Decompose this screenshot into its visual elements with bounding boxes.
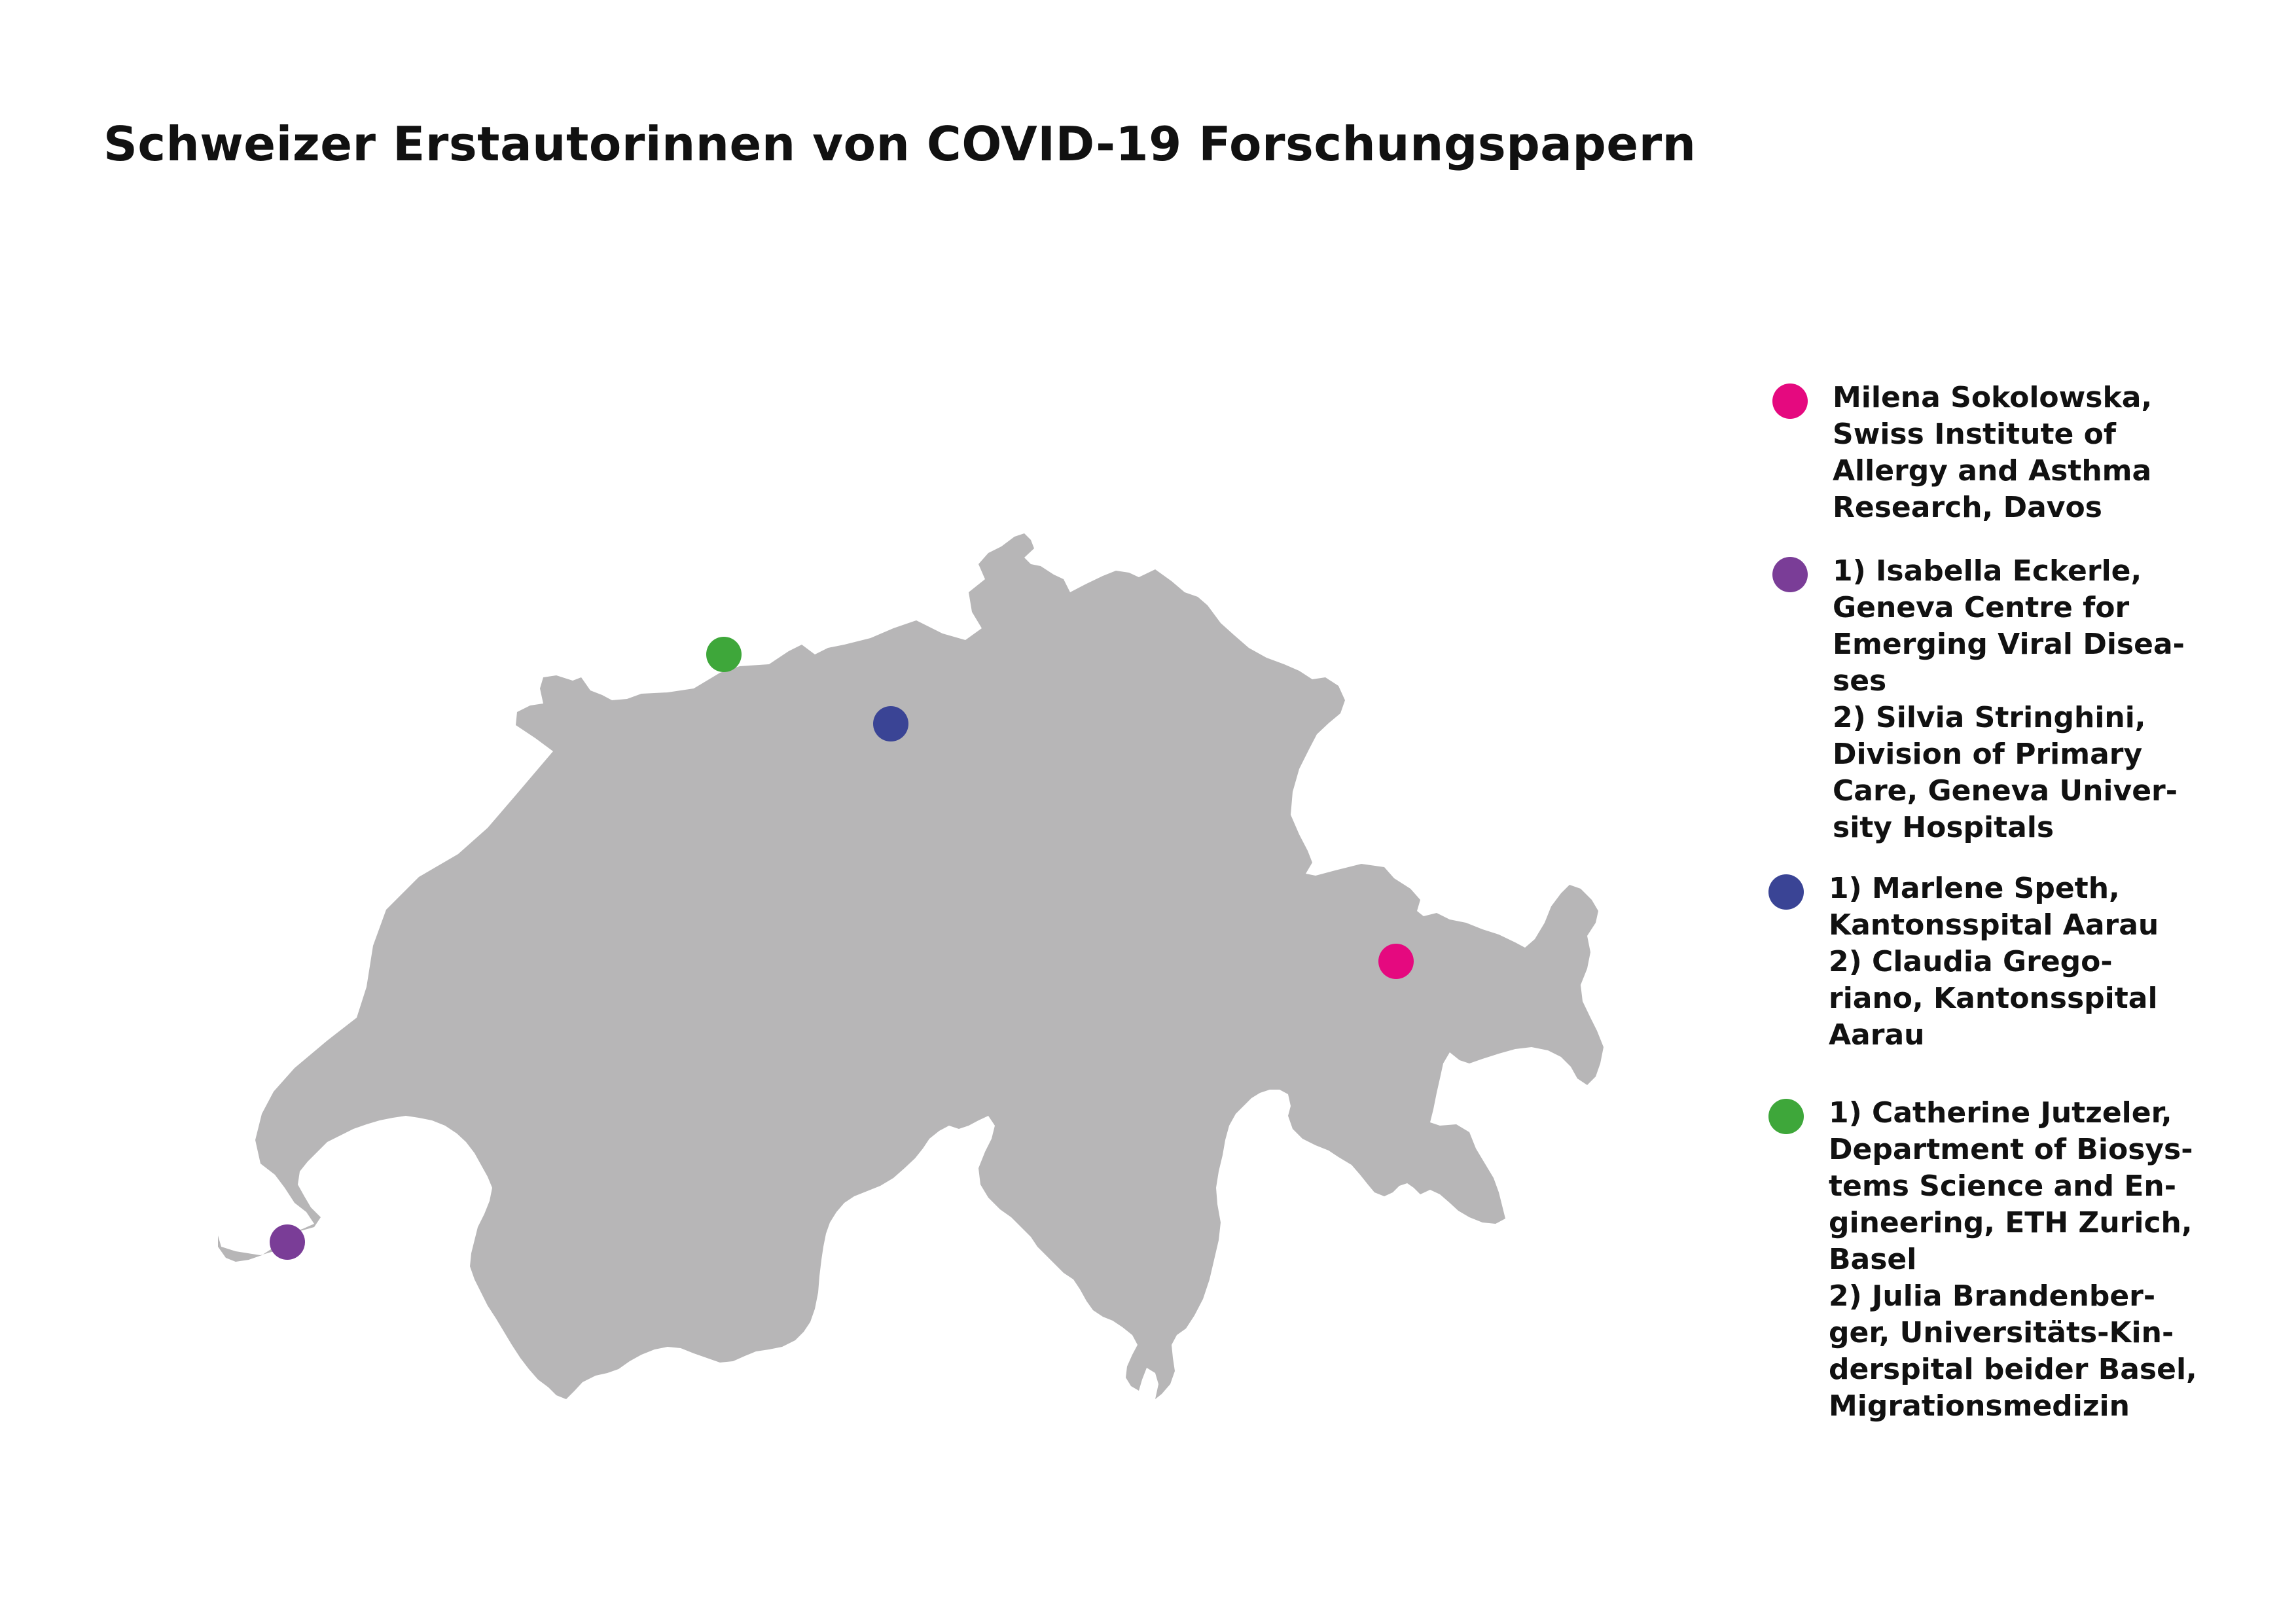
legend-line: ger, Universitäts-Kin- xyxy=(1829,1316,2174,1349)
legend-line: Migrationsmedizin xyxy=(1829,1389,2130,1423)
legend-line: Allergy and Asthma xyxy=(1833,454,2152,488)
legend-line: 2) Silvia Stringhini, xyxy=(1833,701,2146,734)
legend-line: Research, Davos xyxy=(1833,491,2102,524)
map-marker-sokolowska xyxy=(1378,944,1414,979)
legend-line: Kantonsspital Aarau xyxy=(1829,908,2159,942)
map-marker-geneva xyxy=(270,1224,305,1260)
legend-line: Milena Sokolowska, xyxy=(1833,381,2153,414)
legend-marker-dot xyxy=(1772,557,1808,592)
legend-text: 1) Marlene Speth, Kantonsspital Aarau 2)… xyxy=(1829,870,2159,1054)
legend-marker-dot xyxy=(1768,1099,1804,1134)
legend-line: Care, Geneva Univer- xyxy=(1833,774,2178,808)
legend-line: 1) Catherine Jutzeler, xyxy=(1829,1096,2172,1130)
legend-line: ses xyxy=(1833,664,1887,698)
legend-text: 1) Catherine Jutzeler, Department of Bio… xyxy=(1829,1095,2197,1425)
legend-line: sity Hospitals xyxy=(1833,811,2054,844)
map-marker-aarau xyxy=(873,706,908,741)
legend-text: Milena Sokolowska, Swiss Institute of Al… xyxy=(1833,380,2152,526)
legend-line: gineering, ETH Zurich, xyxy=(1829,1206,2193,1240)
legend-line: 1) Marlene Speth, xyxy=(1829,872,2120,905)
legend-text: 1) Isabella Eckerle, Geneva Centre for E… xyxy=(1833,553,2185,846)
legend-marker-dot xyxy=(1772,383,1808,419)
legend-line: Geneva Centre for xyxy=(1833,591,2130,624)
legend-line: Department of Biosys- xyxy=(1829,1133,2193,1166)
legend-line: 2) Julia Brandenber- xyxy=(1829,1279,2156,1313)
legend-line: Swiss Institute of xyxy=(1833,418,2117,451)
legend-line: tems Science and En- xyxy=(1829,1169,2176,1203)
legend-line: Basel xyxy=(1829,1243,1917,1276)
legend-line: Division of Primary xyxy=(1833,738,2143,771)
legend-line: Emerging Viral Disea- xyxy=(1833,628,2185,661)
legend-marker-dot xyxy=(1768,874,1804,910)
map-marker-basel xyxy=(706,637,742,672)
legend-line: Aarau xyxy=(1829,1018,1925,1052)
legend-line: 2) Claudia Grego- xyxy=(1829,945,2113,978)
legend-line: 1) Isabella Eckerle, xyxy=(1833,554,2142,588)
legend-line: derspital beider Basel, xyxy=(1829,1353,2197,1386)
legend-line: riano, Kantonsspital xyxy=(1829,982,2158,1015)
